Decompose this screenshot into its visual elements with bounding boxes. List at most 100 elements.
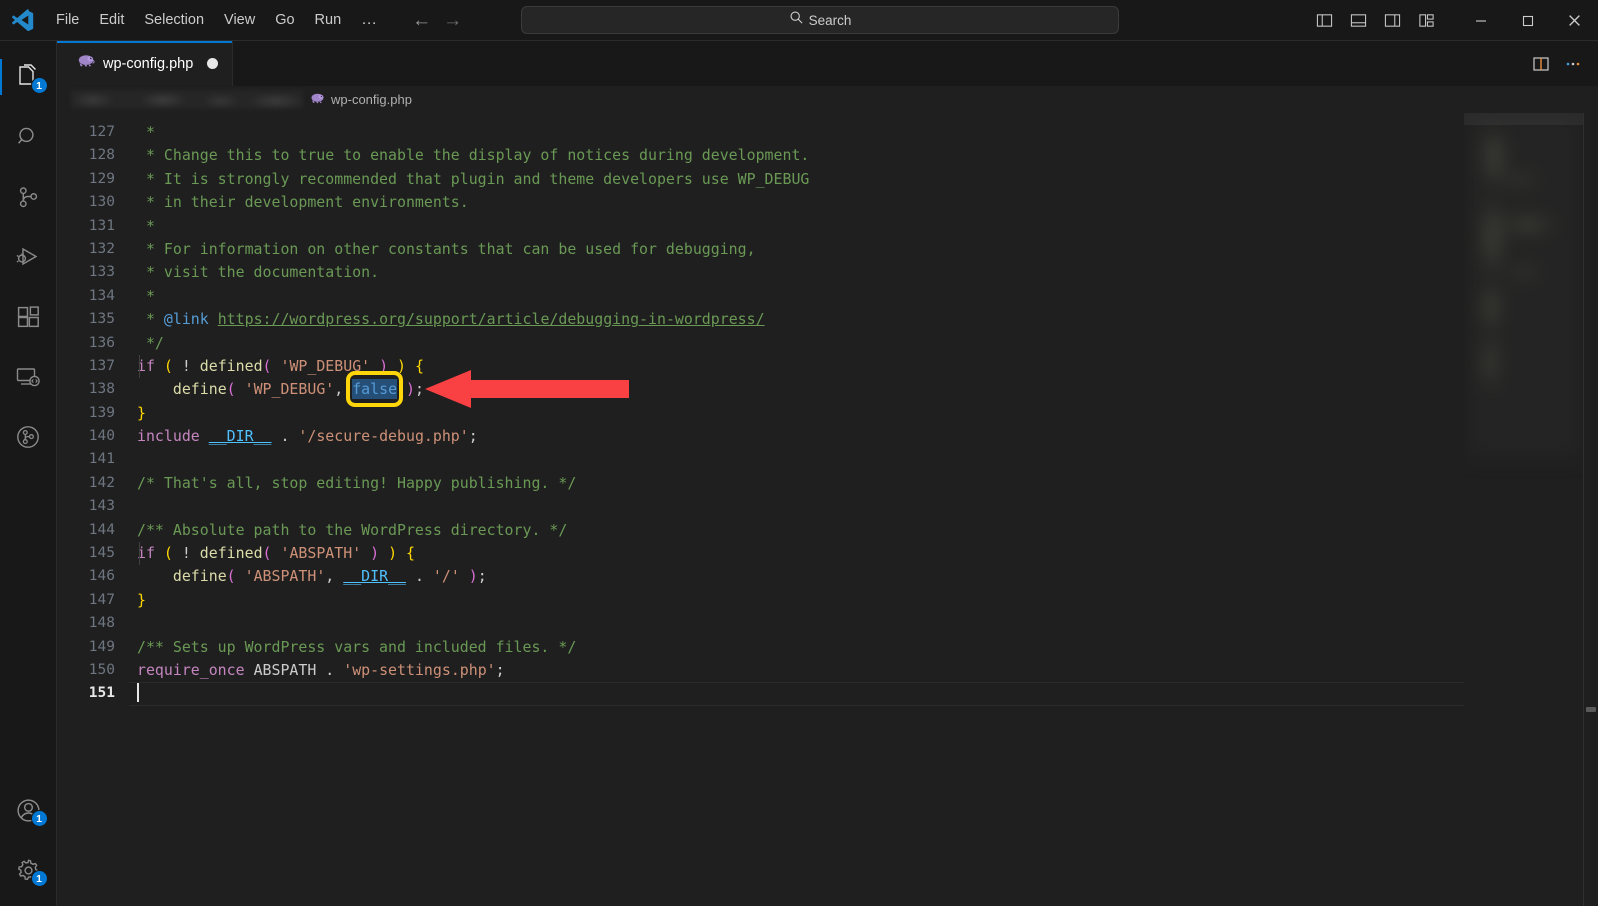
minimap[interactable] [1464, 113, 1584, 906]
breadcrumb-file[interactable]: wp-config.php [310, 91, 412, 109]
go-forward-icon[interactable]: → [443, 11, 462, 30]
tab-wp-config-php[interactable]: wp-config.php [57, 41, 234, 86]
navigation-arrows: ← → [412, 11, 462, 30]
remote-icon [16, 368, 40, 387]
code-line[interactable]: if ( ! defined( 'ABSPATH' ) ) { [129, 542, 1464, 565]
code-line[interactable]: * For information on other constants tha… [129, 238, 1464, 261]
code-line[interactable]: * Change this to true to enable the disp… [129, 144, 1464, 167]
code-line[interactable] [129, 682, 1464, 706]
code-line[interactable]: /* That's all, stop editing! Happy publi… [129, 472, 1464, 495]
code-line[interactable]: define( 'WP_DEBUG', false ); [129, 378, 1464, 401]
code-token: ! [172, 544, 200, 563]
line-number: 135 [88, 311, 115, 328]
code-token: * [137, 123, 164, 141]
editor-scrollbar[interactable] [1584, 113, 1598, 906]
code-token: ( [262, 356, 272, 375]
scrollbar-thumb[interactable] [1586, 707, 1596, 712]
code-line[interactable]: * [129, 285, 1464, 308]
customize-layout-icon[interactable] [1409, 5, 1443, 37]
minimap-blurred-content [1468, 117, 1580, 457]
code-line[interactable] [129, 448, 1464, 471]
menu-overflow-icon[interactable]: … [351, 11, 388, 29]
code-line[interactable]: * visit the documentation. [129, 261, 1464, 284]
code-line[interactable] [129, 495, 1464, 518]
search-placeholder: Search [808, 12, 852, 28]
code-line[interactable]: */ [129, 332, 1464, 355]
code-line[interactable]: if ( ! defined( 'WP_DEBUG' ) ) { [129, 355, 1464, 378]
sidebar-item-explorer[interactable]: 1 [0, 47, 57, 107]
menu-file[interactable]: File [46, 8, 89, 32]
minimap-slider[interactable] [1464, 113, 1584, 125]
code-line[interactable]: /** Sets up WordPress vars and included … [129, 636, 1464, 659]
unsaved-indicator-icon[interactable] [207, 58, 219, 69]
code-token: */ [137, 333, 164, 352]
code-line[interactable]: /** Absolute path to the WordPress direc… [129, 519, 1464, 542]
code-line[interactable]: } [129, 589, 1464, 612]
code-scroll-area: 127 128 129 130 131 132 133 134 135 136 137 138 139 1… [57, 113, 1464, 906]
code-token: @link [163, 310, 209, 329]
code-token: /* That's all, stop editing! Happy publi… [137, 473, 577, 492]
code-token: { [406, 544, 415, 563]
menu-run[interactable]: Run [305, 8, 352, 32]
toggle-secondary-sidebar-icon[interactable] [1375, 5, 1409, 37]
search-icon [17, 127, 34, 144]
code-line[interactable] [129, 612, 1464, 635]
code-token: false [352, 379, 398, 400]
text-cursor [137, 683, 139, 703]
menu-view[interactable]: View [214, 8, 265, 32]
sidebar-item-search[interactable] [0, 107, 57, 167]
minimize-button[interactable] [1457, 0, 1504, 41]
code-line[interactable]: include __DIR__ . '/secure-debug.php'; [129, 425, 1464, 448]
code-line[interactable]: define( 'ABSPATH', __DIR__ . '/' ); [129, 565, 1464, 588]
code-line[interactable]: } [129, 402, 1464, 425]
search-input[interactable]: Search [521, 6, 1119, 34]
maximize-button[interactable] [1504, 0, 1551, 41]
code-token: '/secure-debug.php' [298, 427, 469, 446]
code-token: /** Sets up WordPress vars and included … [137, 637, 577, 656]
settings-badge: 1 [30, 870, 48, 887]
code-token: * For information on other constants tha… [137, 239, 756, 258]
line-number: 133 [88, 264, 115, 281]
code-token: * [137, 286, 164, 305]
code-token: ) [388, 544, 398, 563]
code-token: * Change this to true to enable the disp… [137, 146, 810, 165]
accounts-button[interactable]: 1 [0, 780, 57, 840]
title-bar: File Edit Selection View Go Run … ← → Se… [0, 0, 1598, 41]
toggle-primary-sidebar-icon[interactable] [1307, 5, 1341, 37]
breadcrumb-file-label: wp-config.php [331, 92, 412, 107]
go-back-icon[interactable]: ← [412, 11, 431, 30]
close-button[interactable] [1551, 0, 1598, 41]
code-editor[interactable]: 127 128 129 130 131 132 133 134 135 136 137 138 139 1… [57, 113, 1598, 906]
code-token: , [325, 567, 344, 586]
code-token: ) [397, 356, 407, 375]
tabs-empty-space [233, 41, 1526, 86]
menu-go[interactable]: Go [265, 8, 304, 32]
code-line[interactable]: require_once ABSPATH . 'wp-settings.php'… [129, 659, 1464, 682]
code-token: __DIR__ [208, 427, 272, 446]
manage-settings-button[interactable]: 1 [0, 840, 57, 900]
sidebar-item-timeline[interactable] [0, 407, 57, 467]
code-line[interactable]: * in their development environments. [129, 191, 1464, 214]
code-line[interactable]: * @link https://wordpress.org/support/ar… [129, 308, 1464, 331]
code-token: '/' [432, 567, 460, 586]
toggle-panel-icon[interactable] [1341, 5, 1375, 37]
code-line[interactable]: * It is strongly recommended that plugin… [129, 168, 1464, 191]
sidebar-item-source-control[interactable] [0, 167, 57, 227]
indent-guide [139, 355, 140, 379]
split-editor-icon[interactable] [1526, 49, 1556, 79]
code-content[interactable]: * * Change this to true to enable the di… [129, 113, 1464, 906]
code-token: https://wordpress.org/support/article/de… [217, 310, 765, 329]
breadcrumb-redacted-path[interactable] [71, 90, 303, 109]
code-token: ; [477, 567, 487, 586]
code-line[interactable]: * [129, 121, 1464, 144]
line-number: 143 [88, 498, 115, 515]
code-token: ) [370, 544, 380, 563]
code-token: * It is strongly recommended that plugin… [137, 169, 810, 188]
more-actions-ellipsis-icon[interactable] [1558, 49, 1588, 79]
sidebar-item-extensions[interactable] [0, 287, 57, 347]
menu-edit[interactable]: Edit [89, 8, 134, 32]
sidebar-item-run-and-debug[interactable] [0, 227, 57, 287]
menu-selection[interactable]: Selection [134, 8, 214, 32]
sidebar-item-remote-explorer[interactable] [0, 347, 57, 407]
code-line[interactable]: * [129, 215, 1464, 238]
